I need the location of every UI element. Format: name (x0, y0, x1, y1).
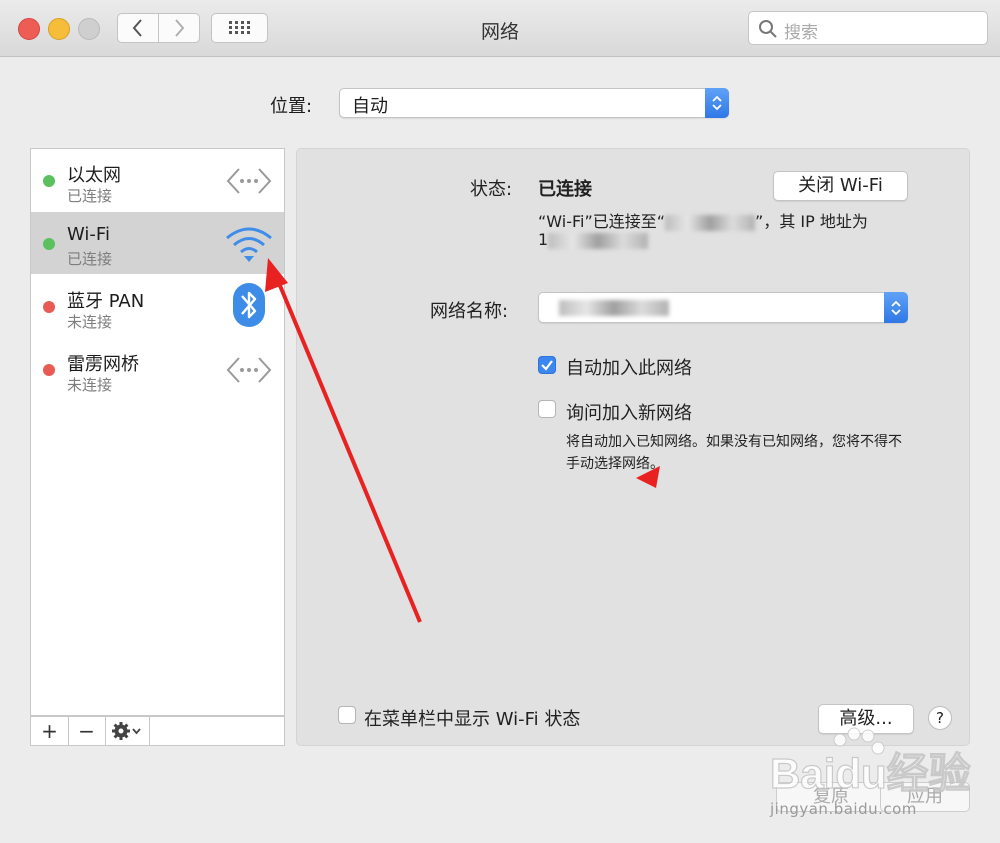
annotation-arrow-line (274, 275, 422, 623)
annotation-arrow-head (265, 258, 288, 292)
annotation-arrows (265, 258, 660, 623)
annotation-arrow-small (636, 466, 660, 488)
watermark-brand: Baidu经验 (770, 750, 971, 797)
watermark-url: jingyan.baidu.com (770, 800, 917, 818)
